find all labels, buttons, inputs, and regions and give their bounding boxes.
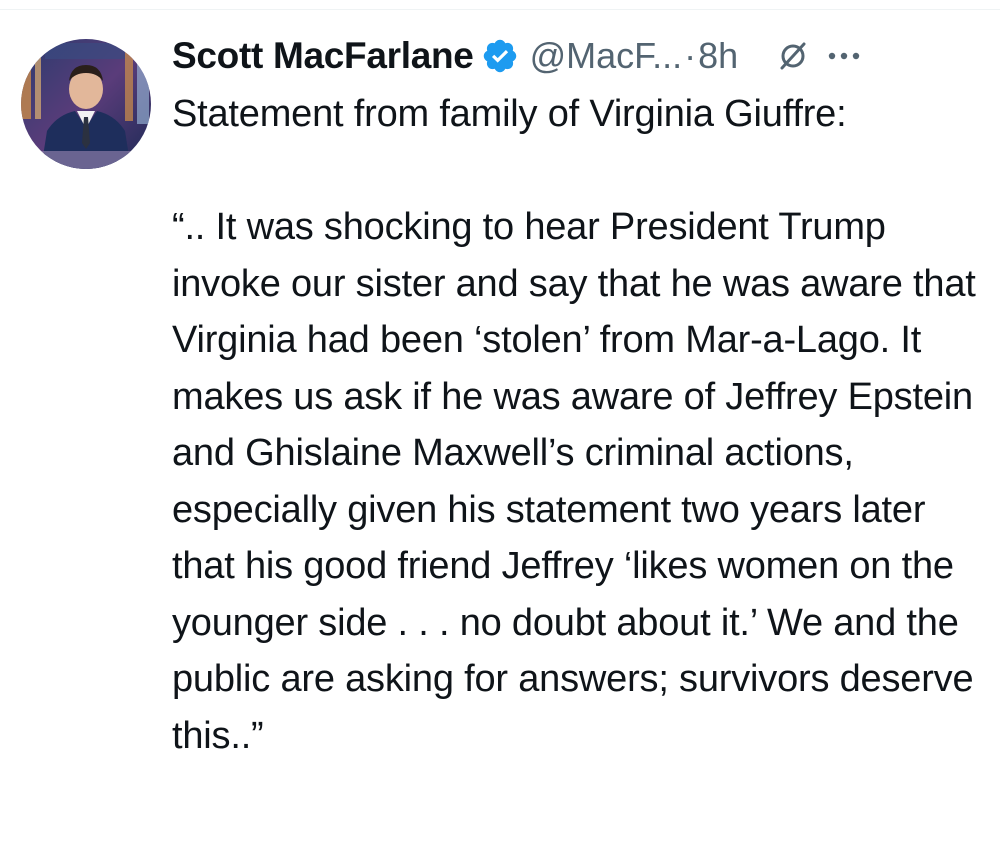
post-time[interactable]: 8h bbox=[698, 35, 738, 77]
top-divider bbox=[0, 0, 1000, 10]
tweet-header: Scott MacFarlane @MacF... · 8h bbox=[172, 28, 992, 84]
tweet-quote: “.. It was shocking to hear President Tr… bbox=[172, 206, 976, 757]
author-handle[interactable]: @MacF... bbox=[530, 35, 683, 77]
more-icon[interactable] bbox=[826, 39, 862, 73]
separator-dot: · bbox=[684, 35, 697, 76]
avatar[interactable] bbox=[21, 39, 151, 169]
avatar-image bbox=[21, 39, 151, 169]
tweet-text: Statement from family of Virginia Giuffr… bbox=[172, 86, 987, 764]
verified-badge-icon[interactable] bbox=[480, 36, 520, 76]
author-display-name[interactable]: Scott MacFarlane bbox=[172, 35, 474, 77]
tweet-lead-line: Statement from family of Virginia Giuffr… bbox=[172, 93, 847, 135]
grok-icon[interactable] bbox=[776, 39, 810, 73]
